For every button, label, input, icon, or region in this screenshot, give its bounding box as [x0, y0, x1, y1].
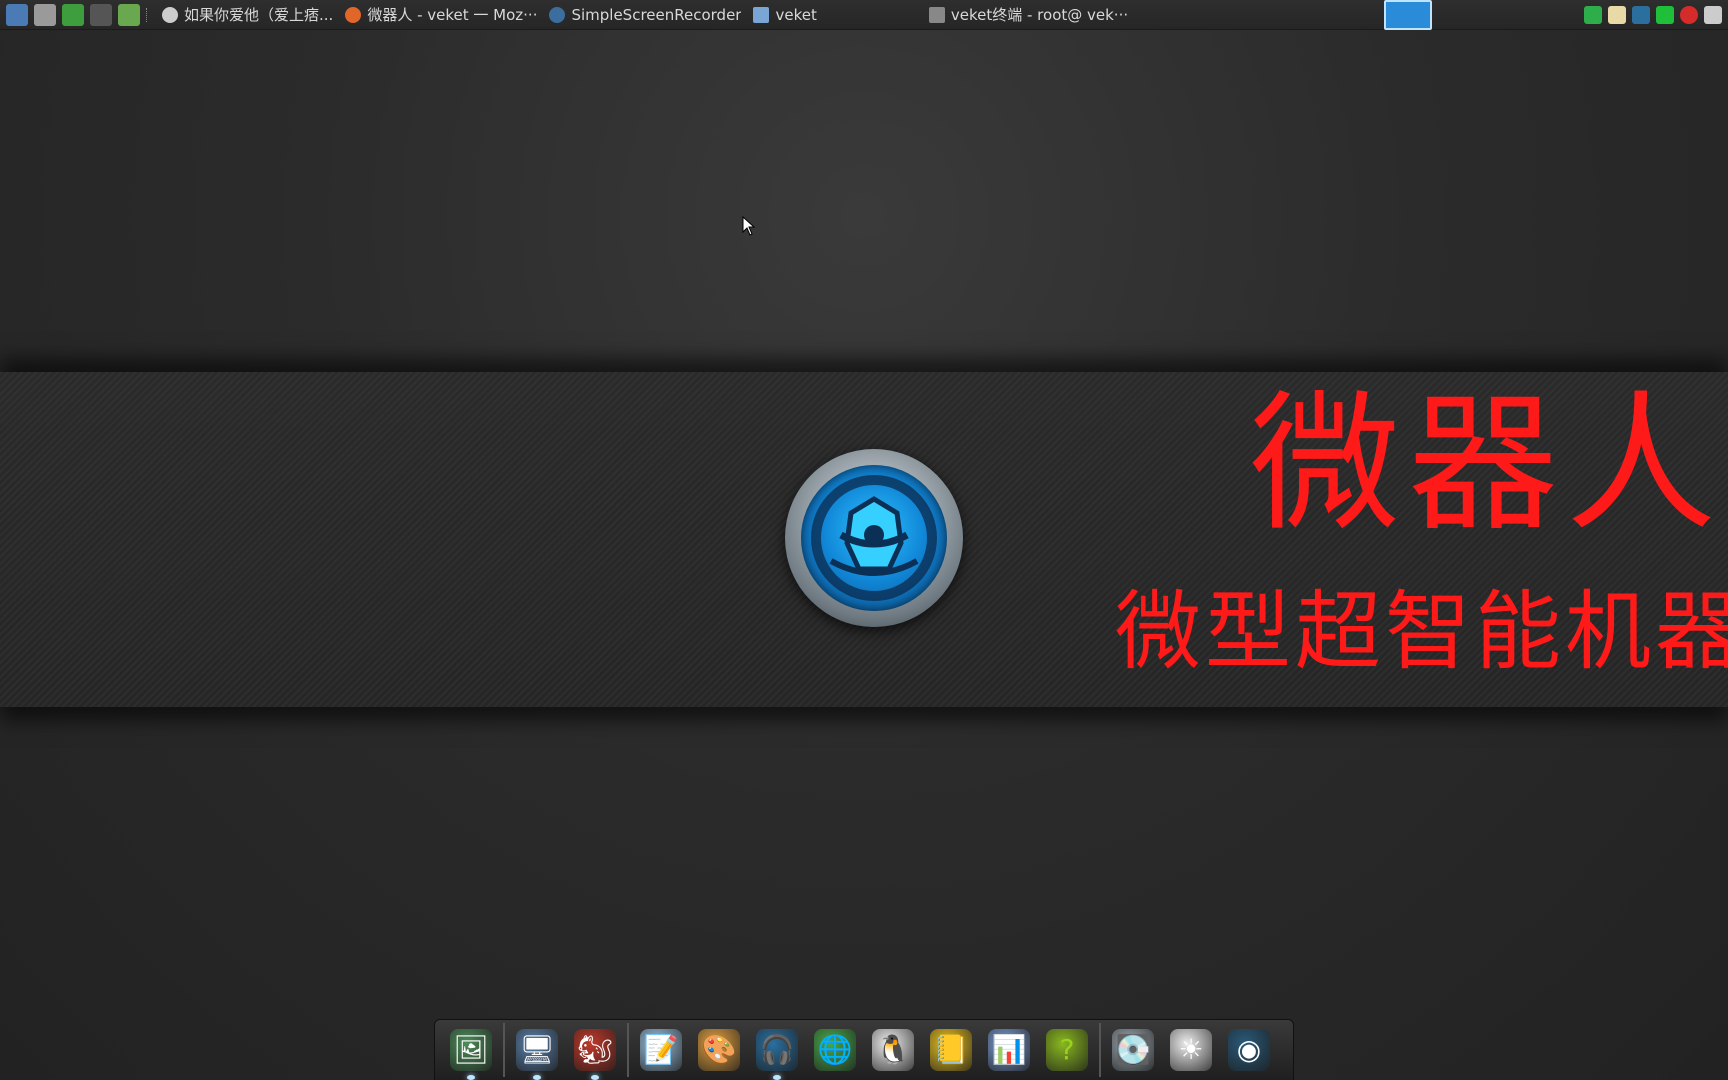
task-label: veket — [775, 5, 817, 24]
task-label: 如果你爱他（爱上痞... — [184, 6, 334, 24]
terminal-icon — [928, 6, 945, 23]
task-label: SimpleScreenRecorder — [571, 5, 742, 24]
dock-item-chart[interactable]: 📊 — [983, 1024, 1035, 1076]
running-indicator — [533, 1075, 541, 1080]
taskbar-task[interactable]: 微器人 - veket 一 Moz··· — [339, 0, 543, 30]
desktop-1[interactable] — [1384, 0, 1432, 30]
chart-icon: 📊 — [988, 1029, 1030, 1071]
application-dock: 🖼 🖥 🐿 📝 🎨 🎧 🌐 🐧 📒 📊? 💽 ☀ ◉ — [434, 1019, 1294, 1080]
file-manager-icon: 🖼 — [450, 1029, 492, 1071]
clipboard-icon[interactable] — [1608, 6, 1626, 24]
dock-item-network-user[interactable]: 🌐 — [809, 1024, 861, 1076]
qq-penguin-icon: 🐧 — [872, 1029, 914, 1071]
dock-item-file-manager[interactable]: 🖼 — [445, 1024, 497, 1080]
task-list: 如果你爱他（爱上痞... 微器人 - veket 一 Moz··· SimpleSc… — [156, 0, 1134, 30]
desktop-3[interactable] — [1480, 0, 1528, 30]
record-icon[interactable] — [1680, 6, 1698, 24]
folder-icon — [753, 6, 770, 23]
text-editor-icon: 📝 — [640, 1029, 682, 1071]
camera-icon: ◉ — [1228, 1029, 1270, 1071]
shield-icon[interactable] — [1584, 6, 1602, 24]
mouse-cursor-icon — [742, 216, 756, 236]
music-player-icon: 🎧 — [756, 1029, 798, 1071]
keyboard-icon[interactable] — [1704, 6, 1722, 24]
desktop-switcher — [1384, 0, 1528, 30]
drive-icon: 💽 — [1112, 1029, 1154, 1071]
running-indicator — [773, 1075, 781, 1080]
task-label: 微器人 - veket 一 Moz··· — [367, 6, 538, 24]
dock-separator — [503, 1023, 505, 1077]
screen-recorder-icon — [549, 6, 566, 23]
dock-item-brightness[interactable]: ☀ — [1165, 1024, 1217, 1076]
dock-separator — [627, 1023, 629, 1077]
settings-tools-icon[interactable] — [34, 3, 56, 26]
banner-subtitle: 微型超智能机器 — [1115, 582, 1728, 682]
network-icon[interactable] — [1632, 6, 1650, 24]
help-icon: ? — [1046, 1029, 1088, 1071]
notebook-icon: 📒 — [930, 1029, 972, 1071]
desktop-monitor-icon — [1384, 0, 1432, 30]
running-indicator — [591, 1075, 599, 1080]
dock-separator — [1099, 1023, 1101, 1077]
quick-launch-bar — [0, 3, 140, 26]
taskbar-task[interactable]: SimpleScreenRecorder — [543, 0, 747, 30]
dock-item-qq-penguin[interactable]: 🐧 — [867, 1024, 919, 1076]
dock-item-music-player[interactable]: 🎧 — [751, 1024, 803, 1080]
taskbar-separator — [146, 7, 150, 22]
dock-item-computer[interactable]: 🖥 — [511, 1024, 563, 1080]
dock-item-camera[interactable]: ◉ — [1223, 1024, 1275, 1076]
dock-item-notebook[interactable]: 📒 — [925, 1024, 977, 1076]
network-user-icon: 🌐 — [814, 1029, 856, 1071]
battery-icon[interactable] — [1656, 6, 1674, 24]
veket-logo — [785, 449, 963, 627]
media-player-icon — [162, 6, 178, 23]
dock-item-drive[interactable]: 💽 — [1107, 1024, 1159, 1076]
mascot-icon: 🐿 — [574, 1029, 616, 1071]
desktop-2[interactable] — [1432, 0, 1480, 30]
top-taskbar: 如果你爱他（爱上痞... 微器人 - veket 一 Moz··· SimpleSc… — [0, 0, 1728, 30]
system-monitor-icon[interactable] — [6, 3, 28, 26]
browser-globe-icon[interactable] — [118, 3, 140, 26]
taskbar-task[interactable]: veket — [747, 0, 822, 30]
dock-item-paint[interactable]: 🎨 — [693, 1024, 745, 1076]
dock-item-mascot[interactable]: 🐿 — [569, 1024, 621, 1080]
system-tray — [1584, 0, 1728, 30]
brightness-icon: ☀ — [1170, 1029, 1212, 1071]
taskbar-task[interactable]: veket终端 - root@ vek··· — [923, 0, 1134, 30]
dock-item-help[interactable]: ? — [1041, 1024, 1093, 1076]
banner-title: 微器人 — [1250, 378, 1725, 552]
computer-icon: 🖥 — [516, 1029, 558, 1071]
taskbar-task[interactable]: 如果你爱他（爱上痞... — [156, 0, 339, 30]
logo-emblem-icon — [801, 465, 947, 611]
firefox-icon — [345, 6, 362, 23]
task-label: veket终端 - root@ vek··· — [950, 6, 1129, 24]
run-icon[interactable] — [62, 3, 84, 26]
dock-item-text-editor[interactable]: 📝 — [635, 1024, 687, 1076]
terminal-icon[interactable] — [90, 3, 112, 26]
running-indicator — [467, 1075, 475, 1080]
paint-icon: 🎨 — [698, 1029, 740, 1071]
